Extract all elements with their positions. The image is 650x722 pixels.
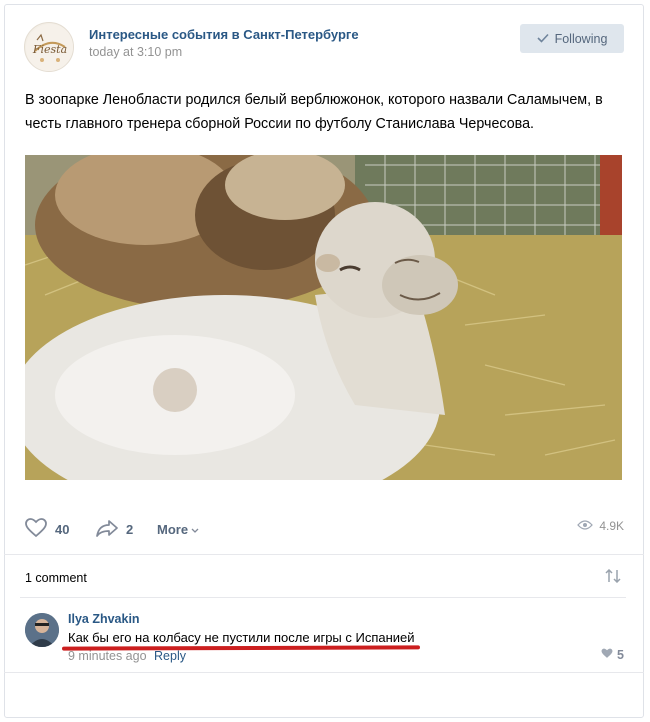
views-counter: 4.9K <box>577 519 624 533</box>
commenter-avatar[interactable] <box>25 613 59 647</box>
comment-author-link[interactable]: Ilya Zhvakin <box>68 612 140 626</box>
more-button[interactable]: More <box>157 514 199 544</box>
share-arrow-icon <box>96 519 118 540</box>
like-button[interactable]: 40 <box>25 514 69 544</box>
group-avatar[interactable]: Fiesta <box>24 22 74 72</box>
following-button[interactable]: Following <box>520 24 624 53</box>
comment-like-button[interactable]: 5 <box>601 648 624 662</box>
comment-meta: 9 minutes ago Reply <box>68 649 186 663</box>
comment-like-count: 5 <box>617 648 624 662</box>
sort-order-icon[interactable] <box>604 568 622 588</box>
like-count: 40 <box>55 521 70 537</box>
chevron-down-icon <box>191 522 199 537</box>
svg-text:Fiesta: Fiesta <box>32 43 67 56</box>
comments-count: 1 comment <box>25 571 87 585</box>
more-label: More <box>157 521 189 537</box>
heart-icon <box>601 648 613 662</box>
divider <box>20 597 626 598</box>
share-button[interactable]: 2 <box>96 514 133 544</box>
comment-text: Как бы его на колбасу не пустили после и… <box>68 630 415 645</box>
post-text: В зоопарке Ленобласти родился белый верб… <box>25 92 603 132</box>
post-photo[interactable] <box>25 155 622 480</box>
divider <box>4 554 644 555</box>
share-count: 2 <box>126 521 134 537</box>
comment-input-area[interactable] <box>25 680 620 710</box>
views-count: 4.9K <box>599 519 624 533</box>
reply-link[interactable]: Reply <box>154 649 186 663</box>
post-timestamp[interactable]: today at 3:10 pm <box>89 45 182 59</box>
following-label: Following <box>554 31 608 46</box>
group-name-link[interactable]: Интересные события в Санкт-Петербурге <box>89 27 359 42</box>
comment-time[interactable]: 9 minutes ago <box>68 649 147 663</box>
heart-icon <box>25 517 47 541</box>
eye-icon <box>577 519 594 533</box>
checkmark-icon <box>537 32 549 46</box>
divider <box>4 672 644 673</box>
